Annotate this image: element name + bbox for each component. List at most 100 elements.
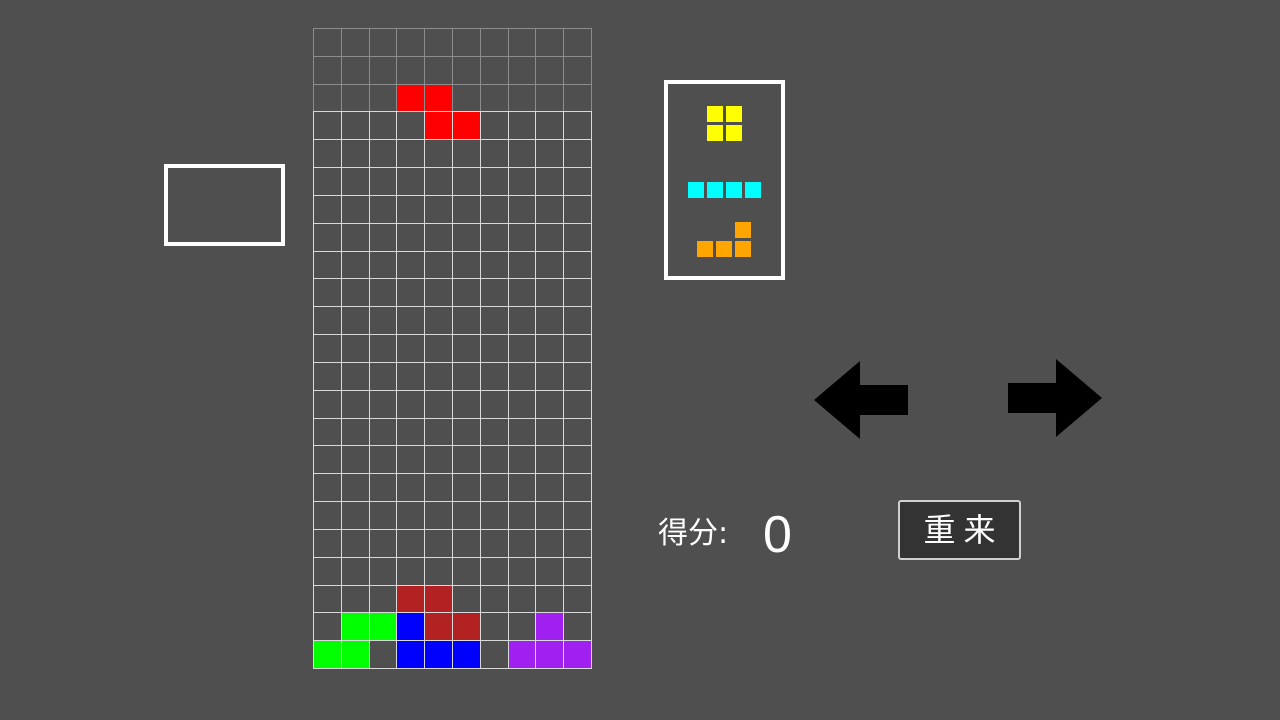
board-cell xyxy=(507,28,537,57)
board-cell xyxy=(368,640,398,669)
board-cell xyxy=(396,194,426,224)
board-cell xyxy=(396,640,426,669)
move-right-button[interactable] xyxy=(1007,358,1103,438)
board-cell xyxy=(424,584,453,614)
board-cell xyxy=(479,473,509,503)
board-cell xyxy=(424,111,453,141)
board-cell xyxy=(396,612,426,642)
board-cell xyxy=(507,473,537,503)
board-cell xyxy=(535,556,565,586)
arrow-left-icon xyxy=(814,361,908,439)
board-cell xyxy=(396,111,426,141)
board-cell xyxy=(340,83,370,113)
board-cell xyxy=(563,194,592,224)
score-value: 0 xyxy=(763,506,792,564)
board-cell xyxy=(424,28,453,57)
board-cell xyxy=(368,194,398,224)
board-cell xyxy=(535,389,565,419)
board-cell xyxy=(507,334,537,363)
restart-button[interactable]: 重来 xyxy=(898,500,1021,560)
board-cell xyxy=(452,334,481,363)
board-cell xyxy=(563,584,592,614)
board-cell xyxy=(396,222,426,252)
board-cell xyxy=(479,640,509,669)
board-cell xyxy=(424,556,453,586)
move-left-button[interactable] xyxy=(813,360,909,440)
board-cell xyxy=(396,139,426,169)
board-cell xyxy=(313,361,342,391)
board-cell xyxy=(340,389,370,419)
board-cell xyxy=(368,222,398,252)
board-cell xyxy=(313,28,342,57)
board-cell xyxy=(424,167,453,196)
board-cell xyxy=(396,334,426,363)
board-cell xyxy=(452,167,481,196)
board-cell xyxy=(563,83,592,113)
board-cell xyxy=(563,417,592,447)
board-cell xyxy=(563,556,592,586)
board-cell xyxy=(396,278,426,308)
next-piece-block xyxy=(715,240,733,258)
board-cell xyxy=(368,612,398,642)
board-cell xyxy=(313,306,342,336)
board-cell xyxy=(479,250,509,280)
board-cell xyxy=(340,222,370,252)
board-cell xyxy=(340,612,370,642)
board-cell xyxy=(368,445,398,475)
board-cell xyxy=(507,556,537,586)
board-cell xyxy=(535,445,565,475)
board-cell xyxy=(452,612,481,642)
board-cell xyxy=(313,584,342,614)
board-cell xyxy=(479,501,509,530)
board-cell xyxy=(340,167,370,196)
board-cell xyxy=(313,167,342,196)
board-cell xyxy=(563,640,592,669)
board-cell xyxy=(535,584,565,614)
board-cell xyxy=(507,83,537,113)
board-cell xyxy=(424,55,453,85)
board-cell xyxy=(535,528,565,558)
board-cell xyxy=(452,306,481,336)
board-cell xyxy=(424,306,453,336)
board-cell xyxy=(507,584,537,614)
board-cell xyxy=(340,556,370,586)
board-cell xyxy=(424,445,453,475)
board-cell xyxy=(452,194,481,224)
board-cell xyxy=(424,278,453,308)
board-cell xyxy=(479,445,509,475)
board-cell xyxy=(424,528,453,558)
board-cell xyxy=(368,111,398,141)
board-cell xyxy=(535,640,565,669)
board-cell xyxy=(535,28,565,57)
board-cell xyxy=(313,528,342,558)
board-cell xyxy=(535,417,565,447)
board-cell xyxy=(535,334,565,363)
board-cell xyxy=(452,250,481,280)
board-cell xyxy=(535,55,565,85)
board-cell xyxy=(535,111,565,141)
board-cell xyxy=(479,139,509,169)
board-cell xyxy=(507,528,537,558)
board-cell xyxy=(452,83,481,113)
board-cell xyxy=(479,167,509,196)
board-cell xyxy=(479,556,509,586)
board-cell xyxy=(340,473,370,503)
board-cell xyxy=(424,361,453,391)
board-cell xyxy=(535,83,565,113)
board-cell xyxy=(452,111,481,141)
game-board[interactable] xyxy=(313,28,592,669)
board-cell xyxy=(424,139,453,169)
board-cell xyxy=(507,222,537,252)
board-cell xyxy=(340,28,370,57)
board-cell xyxy=(563,278,592,308)
board-cell xyxy=(396,250,426,280)
board-cell xyxy=(479,528,509,558)
board-cell xyxy=(368,556,398,586)
board-cell xyxy=(507,306,537,336)
board-cell xyxy=(313,55,342,85)
board-cell xyxy=(535,222,565,252)
board-cell xyxy=(479,417,509,447)
next-piece-block xyxy=(705,105,724,123)
board-cell xyxy=(396,445,426,475)
board-cell xyxy=(452,139,481,169)
